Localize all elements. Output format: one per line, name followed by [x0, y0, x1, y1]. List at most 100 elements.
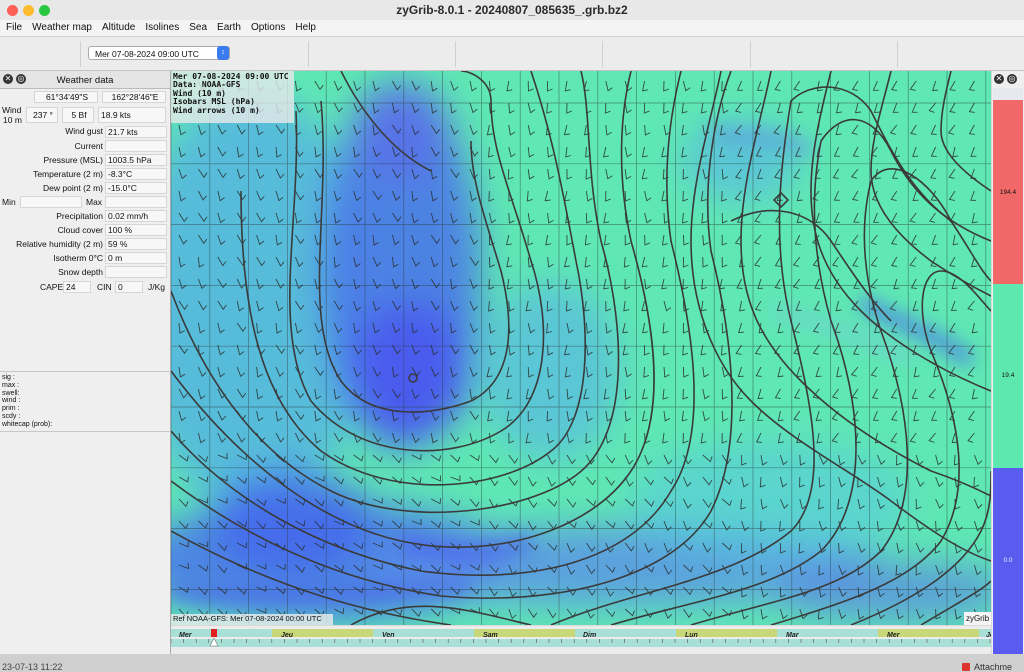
map-info-arrows: Wind arrows (10 m): [173, 105, 260, 115]
timeline-band: [575, 639, 676, 647]
cape-label: CAPE: [40, 282, 64, 292]
cape-cin-row: CAPE 24 CIN 0 J/Kg: [0, 281, 170, 295]
data-row-value: 100 %: [105, 224, 167, 236]
close-scale-icon[interactable]: ✕: [994, 74, 1004, 84]
data-row: Current: [0, 140, 170, 154]
menu-options[interactable]: Options: [245, 20, 289, 33]
toolbar-separator: [897, 41, 898, 67]
wind-height-label: 10 m: [3, 115, 22, 125]
menu-earth[interactable]: Earth: [211, 20, 245, 33]
day-label: Sam: [483, 632, 498, 639]
wave-line: swell:: [2, 389, 20, 397]
timeline-band: [474, 639, 575, 647]
weather-data-panel: ✕ ◎ Weather data 61°34'49"S 162°28'46"E …: [0, 71, 171, 654]
toolbar-separator: [602, 41, 603, 67]
timeline-canvas[interactable]: Mer Jeu Ven Sam Dim Lun Mar Mer Je: [170, 626, 1024, 654]
data-row-value: -15.0°C: [105, 182, 167, 194]
menu-help[interactable]: Help: [289, 20, 320, 33]
data-row: Isotherm 0°C 0 m: [0, 252, 170, 266]
max-value: [105, 196, 167, 208]
wave-line: sig :: [2, 374, 15, 381]
timeline-slider[interactable]: Mer Jeu Ven Sam Dim Lun Mar Mer Je: [170, 626, 1024, 654]
data-row: Dew point (2 m) -15.0°C: [0, 182, 170, 196]
data-row-value: 59 %: [105, 238, 167, 250]
data-row: Temperature (2 m) -8.3°C: [0, 168, 170, 182]
title-bar: zyGrib-8.0.1 - 20240807_085635_.grb.bz2: [0, 0, 1024, 21]
data-row-value: 1003.5 hPa: [105, 154, 167, 166]
data-row: Snow depth: [0, 266, 170, 280]
map-canvas[interactable]: [171, 71, 991, 625]
longitude-value: 162°28'46"E: [102, 91, 166, 103]
data-row-label: Cloud cover: [57, 225, 103, 235]
timeline-day-bands: [171, 629, 1024, 647]
timeline-band: [676, 639, 777, 647]
scale-label-high: 194.4: [999, 189, 1017, 196]
toolbar-separator: [750, 41, 751, 67]
color-scale-panel: ✕ ◎ 194.4 19.4 0.0: [992, 71, 1024, 654]
min-value: [20, 196, 82, 208]
cin-label: CIN: [97, 282, 112, 292]
wave-line: max :: [2, 381, 20, 389]
wave-line: whitecap (prob):: [2, 420, 53, 428]
data-row-label: Snow depth: [58, 267, 103, 277]
timeline-current-marker: [211, 629, 217, 637]
wave-line: prim :: [2, 405, 20, 413]
scale-label-mid: 19.4: [1001, 372, 1015, 379]
map-info-overlay: Mer 07-08-2024 09:00 UTC Data: NOAA-GFS …: [171, 71, 294, 123]
day-label: Jeu: [281, 632, 294, 639]
menu-altitude[interactable]: Altitude: [96, 20, 139, 33]
attachment-label[interactable]: Attachme: [974, 662, 1012, 672]
data-row-label: Current: [74, 141, 103, 151]
day-label: Lun: [685, 632, 698, 639]
zygrib-brand-label: zyGrib: [964, 612, 991, 625]
divider: [0, 431, 170, 432]
day-label: Dim: [583, 632, 596, 639]
panel-header: ✕ ◎ Weather data: [0, 71, 170, 89]
window-title: zyGrib-8.0.1 - 20240807_085635_.grb.bz2: [396, 3, 628, 17]
date-select[interactable]: Mer 07-08-2024 09:00 UTC ↕: [88, 46, 230, 60]
data-row: Pressure (MSL) 1003.5 hPa: [0, 154, 170, 168]
float-scale-icon[interactable]: ◎: [1007, 74, 1017, 84]
color-scale-bar: 194.4 19.4 0.0: [993, 88, 1023, 654]
menu-isolines[interactable]: Isolines: [139, 20, 183, 33]
data-row: Relative humidity (2 m) 59 %: [0, 238, 170, 252]
bottom-strip: 23-07-13 11:22 Attachme: [0, 654, 1024, 672]
data-row-label: Relative humidity (2 m): [16, 239, 103, 249]
cape-value: 24: [63, 281, 91, 293]
wave-line: wind :: [2, 397, 21, 405]
toolbar-separator: [308, 41, 309, 67]
data-row-value: [105, 140, 167, 152]
data-row: Wind gust 21.7 kts: [0, 126, 170, 140]
day-label: Ven: [382, 632, 395, 639]
min-max-row: Min Max: [0, 196, 170, 210]
wind-speed-value: 18.9 kts: [98, 107, 166, 123]
data-row: Precipitation 0.02 mm/h: [0, 210, 170, 224]
max-label: Max: [86, 197, 103, 207]
menu-file[interactable]: File: [0, 20, 26, 33]
data-row: Cloud cover 100 %: [0, 224, 170, 238]
date-select-value: Mer 07-08-2024 09:00 UTC: [95, 49, 199, 59]
timeline-band: [979, 639, 1024, 647]
cin-value: 0: [115, 281, 143, 293]
cape-unit: J/Kg: [148, 282, 166, 292]
divider: [0, 371, 170, 372]
data-row-label: Dew point (2 m): [43, 183, 103, 193]
wave-data-text: sig : max : swell: wind : prim : scdy : …: [2, 374, 52, 429]
weather-map[interactable]: Mer 07-08-2024 09:00 UTC Data: NOAA-GFS …: [171, 71, 991, 625]
menu-weather-map[interactable]: Weather map: [26, 20, 96, 33]
data-row-value: 0 m: [105, 252, 167, 264]
updown-arrows-icon[interactable]: ↕: [217, 46, 229, 60]
data-row-value: 21.7 kts: [105, 126, 167, 138]
scale-gradient: [993, 88, 1023, 654]
attachment-icon[interactable]: [962, 663, 970, 671]
min-label: Min: [2, 197, 16, 207]
menu-sea[interactable]: Sea: [183, 20, 211, 33]
data-row-label: Temperature (2 m): [33, 169, 103, 179]
wind-label: Wind: [2, 105, 22, 115]
data-row-value: -8.3°C: [105, 168, 167, 180]
latitude-value: 61°34'49"S: [34, 91, 98, 103]
timeline-band: [373, 639, 474, 647]
toolbar: Mer 07-08-2024 09:00 UTC ↕: [0, 37, 1024, 71]
wind-beaufort-value: 5 Bf: [62, 107, 94, 123]
map-reference-text: Ref NOAA-GFS: Mer 07-08-2024 00:00 UTC: [171, 614, 333, 625]
